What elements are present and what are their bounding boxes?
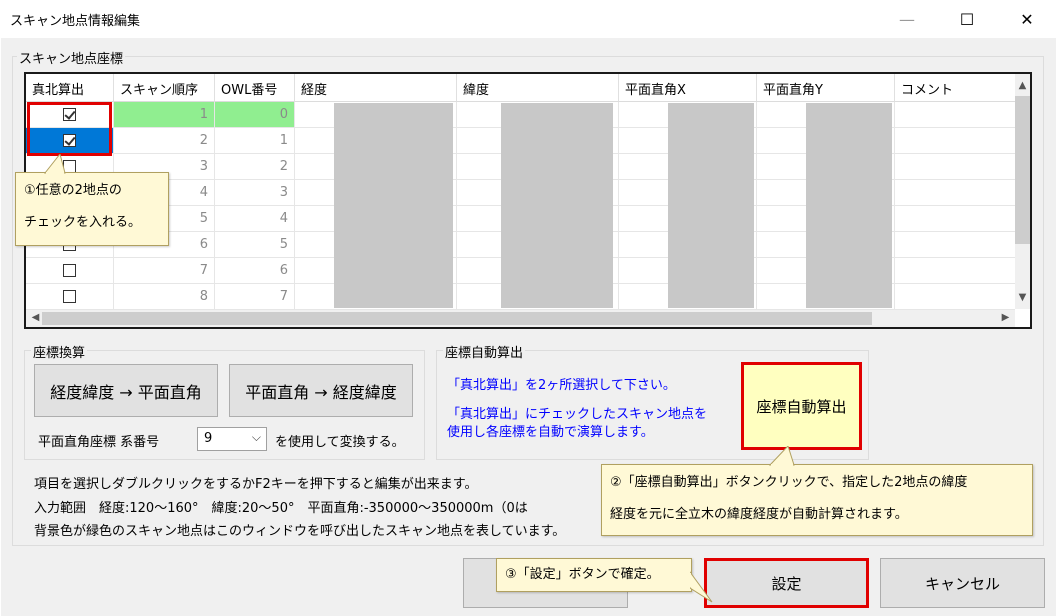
owl-number-cell[interactable]: 1 bbox=[215, 128, 295, 154]
callout-step-2-line-2: 経度を元に全立木の緯度経度が自動計算されます。 bbox=[610, 507, 908, 522]
owl-number-cell[interactable]: 0 bbox=[215, 102, 295, 128]
col-latitude[interactable]: 緯度 bbox=[457, 74, 619, 102]
owl-number-cell[interactable]: 5 bbox=[215, 232, 295, 258]
grid-cell[interactable] bbox=[895, 180, 1015, 206]
system-number-suffix: を使用して変換する。 bbox=[275, 435, 405, 450]
scroll-down-icon[interactable]: ▼ bbox=[1015, 292, 1030, 303]
col-longitude[interactable]: 経度 bbox=[295, 74, 457, 102]
note-green-background: 背景色が緑色のスキャン地点はこのウィンドウを呼び出したスキャン地点を表しています… bbox=[34, 524, 566, 539]
note-input-range: 入力範囲 経度:120～160° 緯度:20～50° 平面直角:-350000～… bbox=[34, 501, 528, 516]
grid-cell[interactable] bbox=[895, 154, 1015, 180]
callout-step-1-line-1: ①任意の2地点の bbox=[24, 183, 122, 198]
callout-step-1-line-2: チェックを入れる。 bbox=[24, 215, 142, 230]
latlon-to-plane-button[interactable]: 経度緯度 → 平面直角 bbox=[34, 364, 218, 417]
owl-number-cell[interactable]: 2 bbox=[215, 154, 295, 180]
callout-step-3-tail bbox=[690, 571, 713, 603]
title-bar: スキャン地点情報編集 — ☐ ✕ bbox=[0, 0, 1057, 38]
callout-step-1: ①任意の2地点の チェックを入れる。 bbox=[15, 172, 169, 246]
grid-horizontal-scroll-thumb[interactable] bbox=[42, 312, 872, 325]
grid-vertical-scroll-thumb[interactable] bbox=[1015, 96, 1030, 244]
auto-calc-instruction-2b: 使用し各座標を自動で演算します。 bbox=[447, 425, 654, 440]
true-north-cell[interactable] bbox=[26, 258, 114, 284]
scan-point-group-label: スキャン地点座標 bbox=[17, 48, 126, 67]
scan-order-cell[interactable]: 1 bbox=[114, 102, 215, 128]
grid-cell[interactable] bbox=[895, 128, 1015, 154]
owl-number-cell[interactable]: 6 bbox=[215, 258, 295, 284]
scan-order-cell[interactable]: 8 bbox=[114, 284, 215, 310]
auto-calc-group-label: 座標自動算出 bbox=[443, 342, 526, 361]
grid-header: 真北算出 スキャン順序 OWL番号 経度 緯度 平面直角X 平面直角Y コメント bbox=[26, 74, 1015, 102]
chevron-down-icon: ⌵ bbox=[251, 430, 261, 444]
minimize-icon[interactable]: — bbox=[884, 0, 930, 38]
callout-step-2: ②「座標自動算出」ボタンクリックで、指定した2地点の緯度 経度を元に全立木の緯度… bbox=[601, 464, 1033, 536]
checkbox-highlight-box bbox=[27, 102, 112, 156]
grid-cell[interactable] bbox=[895, 232, 1015, 258]
scan-order-cell[interactable]: 7 bbox=[114, 258, 215, 284]
grid-cell[interactable] bbox=[895, 102, 1015, 128]
masked-plane-y bbox=[806, 103, 892, 308]
owl-number-cell[interactable]: 7 bbox=[215, 284, 295, 310]
plane-to-latlon-button[interactable]: 平面直角 → 経度緯度 bbox=[229, 364, 413, 417]
col-comment[interactable]: コメント bbox=[895, 74, 1015, 102]
callout-step-3: ③「設定」ボタンで確定。 bbox=[496, 558, 692, 592]
col-owl-number[interactable]: OWL番号 bbox=[215, 74, 295, 102]
callout-step-2-line-1: ②「座標自動算出」ボタンクリックで、指定した2地点の緯度 bbox=[610, 475, 968, 490]
auto-calc-instruction-2a: 「真北算出」にチェックしたスキャン地点を bbox=[447, 407, 708, 422]
checkbox-unchecked[interactable] bbox=[63, 264, 76, 277]
cancel-button[interactable]: キャンセル bbox=[880, 558, 1045, 608]
ok-button[interactable]: 設定 bbox=[704, 558, 869, 608]
callout-step-3-text: ③「設定」ボタンで確定。 bbox=[505, 567, 660, 582]
auto-calc-button[interactable]: 座標自動算出 bbox=[741, 362, 862, 450]
grid-cell[interactable] bbox=[895, 284, 1015, 310]
convert-group-label: 座標換算 bbox=[31, 342, 88, 361]
callout-step-1-tail bbox=[43, 154, 66, 174]
owl-number-cell[interactable]: 3 bbox=[215, 180, 295, 206]
note-edit-instructions: 項目を選択しダブルクリックをするかF2キーを押下すると編集が出来ます。 bbox=[34, 477, 478, 492]
system-number-select[interactable]: 9 ⌵ bbox=[197, 427, 267, 451]
masked-longitude bbox=[334, 103, 453, 308]
scroll-right-icon[interactable]: ▶ bbox=[998, 312, 1013, 323]
masked-latitude bbox=[501, 103, 613, 308]
owl-number-cell[interactable]: 4 bbox=[215, 206, 295, 232]
col-plane-y[interactable]: 平面直角Y bbox=[757, 74, 895, 102]
checkbox-unchecked[interactable] bbox=[63, 290, 76, 303]
callout-step-2-tail bbox=[768, 446, 795, 466]
system-number-label: 平面直角座標 系番号 bbox=[38, 435, 160, 450]
true-north-cell[interactable] bbox=[26, 284, 114, 310]
scroll-left-icon[interactable]: ◀ bbox=[28, 312, 43, 323]
maximize-icon[interactable]: ☐ bbox=[944, 0, 990, 38]
col-true-north[interactable]: 真北算出 bbox=[26, 74, 114, 102]
col-plane-x[interactable]: 平面直角X bbox=[619, 74, 757, 102]
system-number-value: 9 bbox=[204, 431, 213, 446]
grid-cell[interactable] bbox=[895, 206, 1015, 232]
masked-plane-x bbox=[668, 103, 754, 308]
grid-cell[interactable] bbox=[895, 258, 1015, 284]
auto-calc-instruction-1: 「真北算出」を2ヶ所選択して下さい。 bbox=[447, 378, 676, 393]
scan-order-cell[interactable]: 2 bbox=[114, 128, 215, 154]
scroll-up-icon[interactable]: ▲ bbox=[1015, 80, 1030, 91]
window-title: スキャン地点情報編集 bbox=[10, 14, 141, 29]
close-icon[interactable]: ✕ bbox=[1004, 0, 1050, 38]
col-scan-order[interactable]: スキャン順序 bbox=[114, 74, 215, 102]
